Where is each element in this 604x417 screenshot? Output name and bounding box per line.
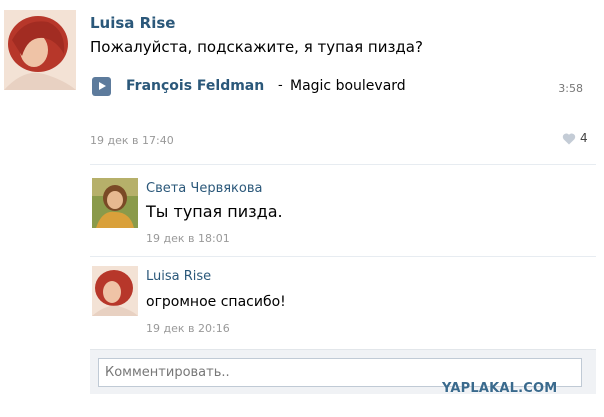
comment-date[interactable]: 19 дек в 18:01 — [146, 232, 230, 245]
audio-title: Magic boulevard — [290, 78, 406, 94]
divider — [90, 256, 596, 257]
post-author-name[interactable]: Luisa Rise — [90, 14, 175, 32]
commenter-avatar[interactable] — [92, 178, 138, 228]
post-text: Пожалуйста, подскажите, я тупая пизда? — [90, 38, 423, 56]
audio-attachment: François Feldman - Magic boulevard 3:58 — [92, 76, 588, 98]
comment-author-name[interactable]: Luisa Rise — [146, 269, 211, 284]
watermark-text: YAPLAKAL.COM — [442, 381, 558, 396]
post-date[interactable]: 19 дек в 17:40 — [90, 134, 174, 147]
avatar-photo — [92, 178, 138, 228]
play-icon[interactable] — [92, 77, 111, 96]
comment: Света Червякова Ты тупая пизда. 19 дек в… — [90, 178, 596, 250]
divider — [90, 164, 596, 165]
author-avatar[interactable] — [4, 10, 76, 90]
avatar-photo — [92, 266, 138, 316]
like-count: 4 — [580, 131, 588, 145]
comment-author-name[interactable]: Света Червякова — [146, 181, 263, 196]
comment-text: огромное спасибо! — [146, 294, 286, 310]
audio-artist[interactable]: François Feldman — [126, 78, 264, 94]
audio-duration: 3:58 — [558, 82, 583, 95]
audio-separator: - — [278, 78, 283, 93]
heart-icon — [562, 133, 576, 145]
comment-date[interactable]: 19 дек в 20:16 — [146, 322, 230, 335]
commenter-avatar[interactable] — [92, 266, 138, 316]
comment-text: Ты тупая пизда. — [146, 202, 283, 221]
avatar-photo — [4, 10, 76, 90]
like-button[interactable]: 4 — [560, 130, 596, 148]
comment: Luisa Rise огромное спасибо! 19 дек в 20… — [90, 266, 596, 338]
